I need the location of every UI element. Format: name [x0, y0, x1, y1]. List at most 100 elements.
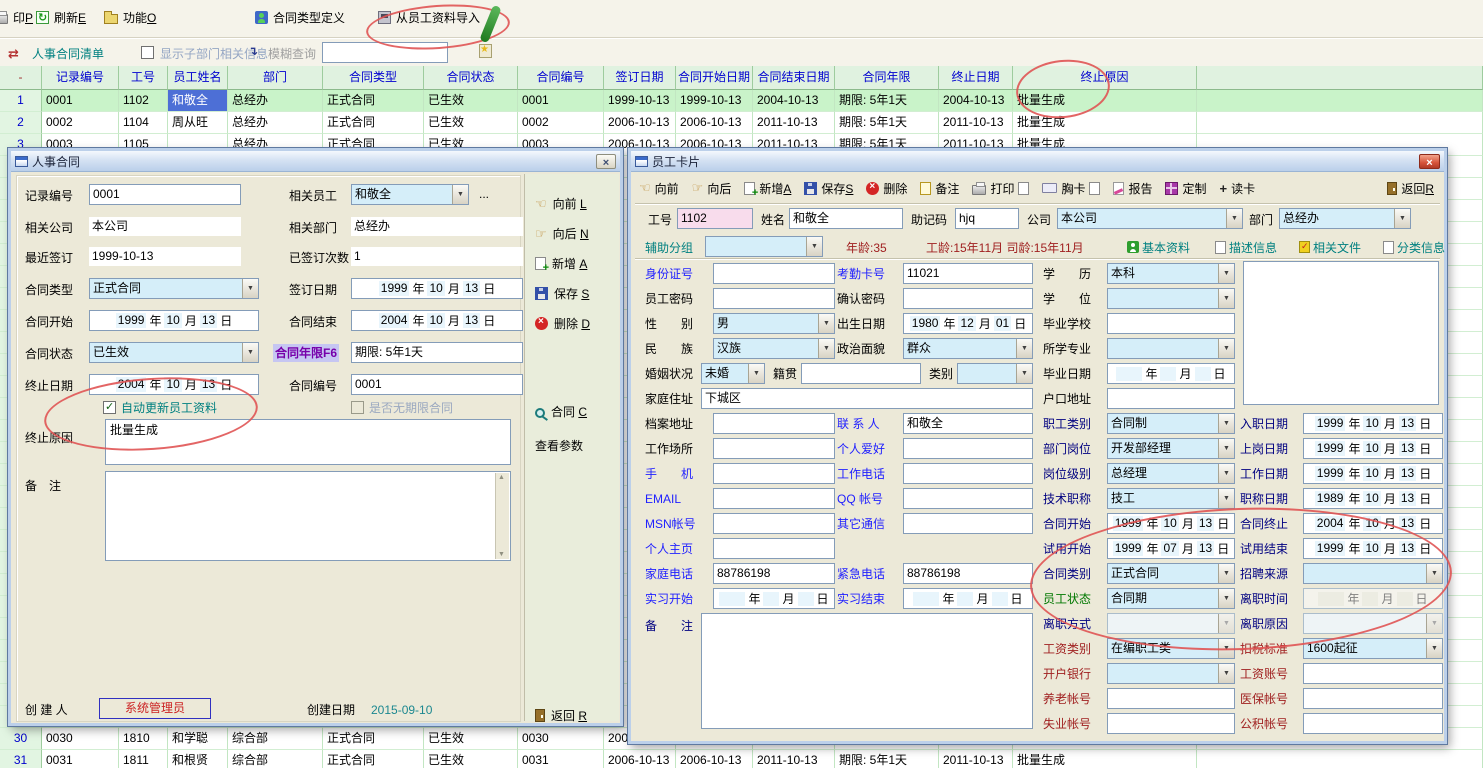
column-header[interactable]: 部门	[228, 66, 323, 90]
chevron-down-icon[interactable]	[452, 185, 468, 204]
column-header[interactable]: 员工姓名	[168, 66, 228, 90]
column-header[interactable]: 工号	[119, 66, 168, 90]
chevron-down-icon[interactable]	[1218, 664, 1234, 683]
termination-reason-textarea[interactable]: 批量生成	[105, 419, 511, 465]
employee-dialog-titlebar[interactable]: 员工卡片	[631, 151, 1444, 172]
spark-icon[interactable]	[479, 44, 492, 58]
dept-select[interactable]: 总经办	[1279, 208, 1411, 229]
chevron-down-icon[interactable]	[1218, 264, 1234, 283]
probation-start-input[interactable]: 1999年07月13日	[1107, 538, 1235, 559]
table-row[interactable]: 200021104周从旺总经办正式合同已生效00022006-10-132006…	[0, 112, 1483, 134]
sign-date-input[interactable]: 1999年10月13日	[351, 278, 523, 299]
id-card-input[interactable]	[713, 263, 835, 284]
work-date-input[interactable]: 1999年10月13日	[1303, 463, 1443, 484]
tab-basic-info[interactable]: 基本资料	[1127, 238, 1190, 256]
menu-import-from-employee[interactable]: 从员工资料导入	[378, 9, 480, 26]
remark-textarea[interactable]	[105, 471, 511, 561]
onboard-date-input[interactable]: 1999年10月13日	[1303, 438, 1443, 459]
tab-classification[interactable]: 分类信息	[1383, 238, 1445, 256]
close-icon[interactable]	[596, 154, 616, 169]
qq-input[interactable]	[903, 488, 1033, 509]
related-employee-select[interactable]: 和敬全	[351, 184, 469, 205]
column-header[interactable]: 合同开始日期	[676, 66, 753, 90]
chevron-down-icon[interactable]	[748, 364, 764, 383]
table-row[interactable]: 3100311811和根贤综合部正式合同已生效00312006-10-13200…	[0, 750, 1483, 768]
column-header[interactable]: 合同结束日期	[753, 66, 835, 90]
mnemonic-input[interactable]: hjq	[955, 208, 1019, 229]
chevron-down-icon[interactable]	[1218, 489, 1234, 508]
tax-standard-select[interactable]: 1600起征	[1303, 638, 1443, 659]
emp-password-input[interactable]	[713, 288, 835, 309]
show-subdept-checkbox[interactable]	[141, 46, 154, 59]
empname-input[interactable]: 和敬全	[789, 208, 903, 229]
emergency-phone-input[interactable]: 88786198	[903, 563, 1033, 584]
contract-add-button[interactable]: 新增 A	[535, 255, 587, 272]
chevron-down-icon[interactable]	[806, 237, 822, 256]
chevron-down-icon[interactable]	[1218, 289, 1234, 308]
degree-select[interactable]	[1107, 288, 1235, 309]
intern-end-input[interactable]: 年月日	[903, 588, 1033, 609]
probation-end-input[interactable]: 1999年10月13日	[1303, 538, 1443, 559]
auto-update-checkbox[interactable]: 自动更新员工资料	[103, 399, 217, 415]
column-header[interactable]: 终止原因	[1013, 66, 1197, 90]
attendance-card-input[interactable]: 11021	[903, 263, 1033, 284]
emp-contract-start-input[interactable]: 1999年10月13日	[1107, 513, 1235, 534]
chevron-down-icon[interactable]	[1218, 339, 1234, 358]
table-row[interactable]: 100011102和敬全总经办正式合同已生效00011999-10-131999…	[0, 90, 1483, 112]
emp-status-select[interactable]: 合同期	[1107, 588, 1235, 609]
pension-account-input[interactable]	[1107, 688, 1235, 709]
column-header[interactable]: 合同编号	[518, 66, 604, 90]
native-place-input[interactable]	[801, 363, 921, 384]
fuzzy-query-input[interactable]	[322, 42, 448, 63]
contract-delete-button[interactable]: 删除 D	[535, 315, 590, 332]
home-phone-input[interactable]: 88786198	[713, 563, 835, 584]
contract-save-button[interactable]: 保存 S	[535, 285, 589, 302]
dept-position-select[interactable]: 开发部经理	[1107, 438, 1235, 459]
contract-status-select[interactable]: 已生效	[89, 342, 259, 363]
unemployment-account-input[interactable]	[1107, 713, 1235, 734]
contract-end-input[interactable]: 2004年10月13日	[351, 310, 523, 331]
contract-dialog-titlebar[interactable]: 人事合同	[11, 151, 620, 172]
column-header[interactable]: 终止日期	[939, 66, 1013, 90]
column-header[interactable]: 合同年限	[835, 66, 939, 90]
chevron-down-icon[interactable]	[1426, 639, 1442, 658]
chevron-down-icon[interactable]	[1218, 464, 1234, 483]
recruit-source-select[interactable]	[1303, 563, 1443, 584]
contract-category-select[interactable]: 正式合同	[1107, 563, 1235, 584]
menu-refresh[interactable]: 刷新E	[36, 9, 86, 26]
hobby-input[interactable]	[903, 438, 1033, 459]
emp-badge-button[interactable]: 胸卡	[1042, 180, 1100, 197]
medical-account-input[interactable]	[1303, 688, 1443, 709]
salary-account-input[interactable]	[1303, 663, 1443, 684]
confirm-password-input[interactable]	[903, 288, 1033, 309]
other-comm-input[interactable]	[903, 513, 1033, 534]
archive-address-input[interactable]	[713, 413, 835, 434]
education-select[interactable]: 本科	[1107, 263, 1235, 284]
column-header[interactable]: 签订日期	[604, 66, 676, 90]
grad-date-input[interactable]: 年月日	[1107, 363, 1235, 384]
chevron-down-icon[interactable]	[818, 314, 834, 333]
chevron-down-icon[interactable]	[818, 339, 834, 358]
termination-date-input[interactable]: 2004年10月13日	[89, 374, 259, 395]
emp-readcard-button[interactable]: 读卡	[1220, 180, 1256, 197]
contract-next-button[interactable]: 向后 N	[535, 225, 589, 242]
column-header[interactable]	[1197, 66, 1483, 90]
homepage-input[interactable]	[713, 538, 835, 559]
position-level-select[interactable]: 总经理	[1107, 463, 1235, 484]
mobile-input[interactable]	[713, 463, 835, 484]
hire-date-input[interactable]: 1999年10月13日	[1303, 413, 1443, 434]
registered-address-input[interactable]	[1107, 388, 1235, 409]
contract-view-button[interactable]: 合同 C	[535, 403, 587, 420]
contract-return-button[interactable]: 返回 R	[535, 707, 587, 724]
chevron-down-icon[interactable]	[1394, 209, 1410, 228]
emp-add-button[interactable]: 新增A	[744, 180, 791, 197]
category-select[interactable]	[957, 363, 1033, 384]
political-select[interactable]: 群众	[903, 338, 1033, 359]
menu-contract-type-define[interactable]: 合同类型定义	[255, 9, 345, 26]
chevron-down-icon[interactable]	[242, 279, 258, 298]
emp-remark-textarea[interactable]	[701, 613, 1033, 729]
aux-group-select[interactable]	[705, 236, 823, 257]
tech-title-select[interactable]: 技工	[1107, 488, 1235, 509]
bank-select[interactable]	[1107, 663, 1235, 684]
record-no-input[interactable]: 0001	[89, 184, 241, 205]
